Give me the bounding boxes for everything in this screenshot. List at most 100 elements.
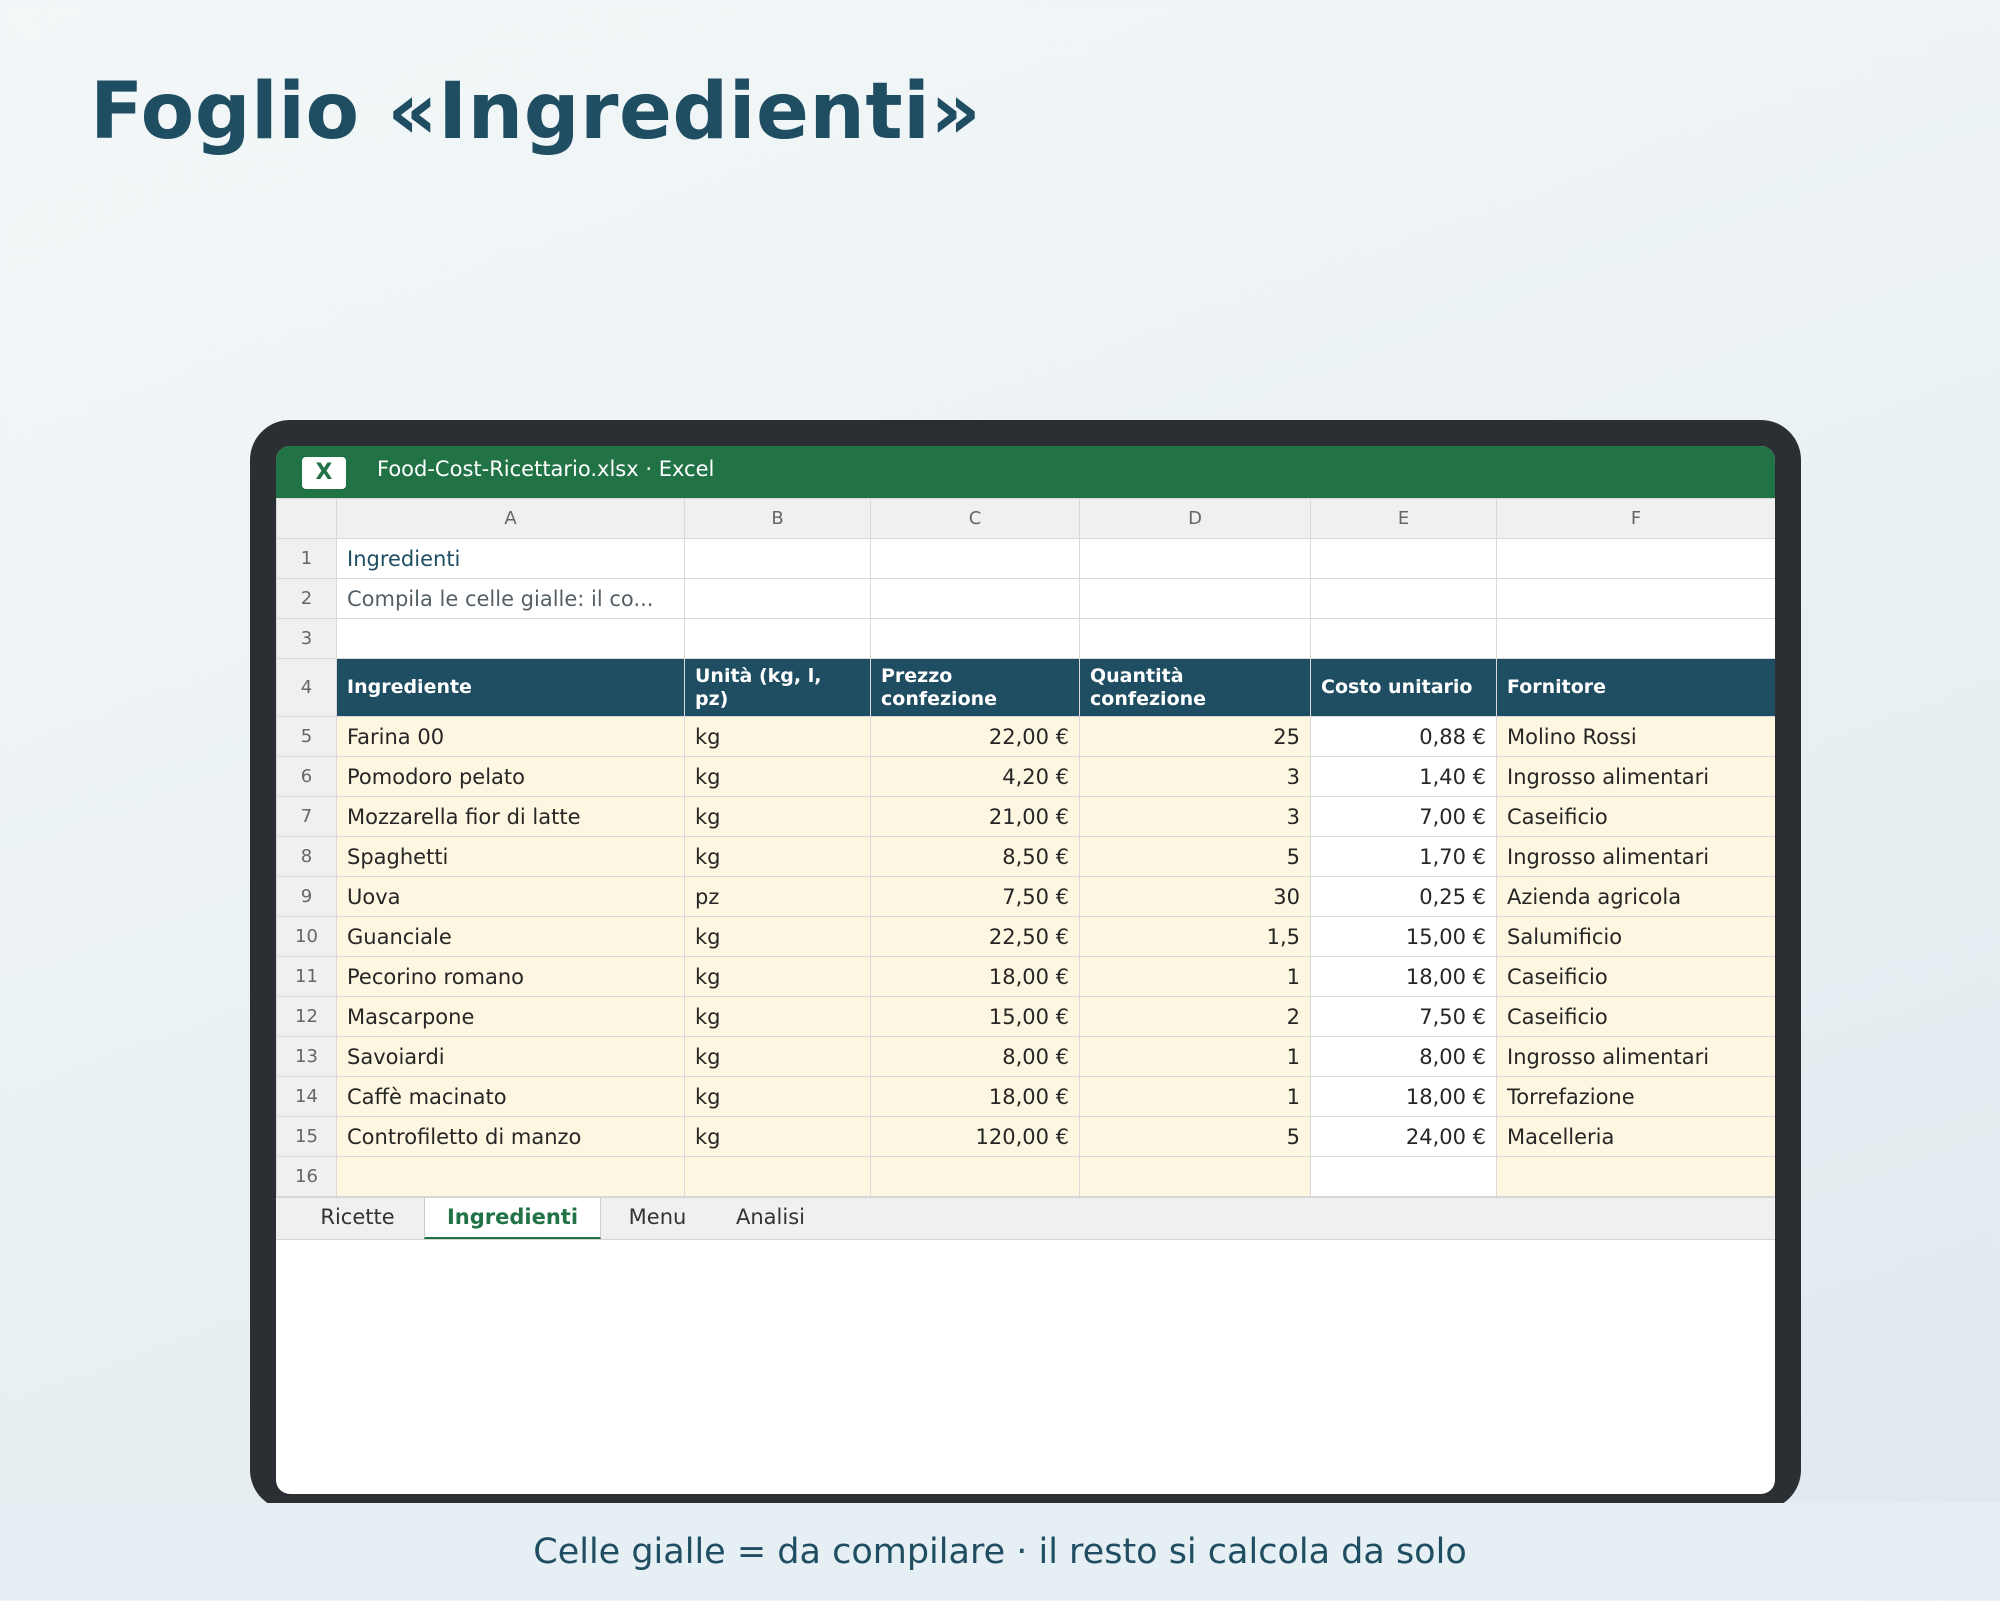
- package-quantity-cell[interactable]: 2: [1079, 996, 1311, 1037]
- header-ingrediente[interactable]: Ingrediente: [336, 658, 685, 717]
- package-price-cell[interactable]: [870, 1156, 1080, 1197]
- sheet-title-cell[interactable]: Ingredienti: [336, 538, 685, 579]
- unit-cell[interactable]: kg: [684, 716, 871, 757]
- column-header-f[interactable]: F: [1496, 498, 1775, 539]
- unit-cost-cell[interactable]: 18,00 €: [1310, 1076, 1497, 1117]
- unit-cost-cell[interactable]: 7,50 €: [1310, 996, 1497, 1037]
- unit-cost-cell[interactable]: 15,00 €: [1310, 916, 1497, 957]
- package-price-cell[interactable]: 120,00 €: [870, 1116, 1080, 1157]
- column-header-d[interactable]: D: [1079, 498, 1311, 539]
- package-quantity-cell[interactable]: 5: [1079, 1116, 1311, 1157]
- package-price-cell[interactable]: 8,00 €: [870, 1036, 1080, 1077]
- ingredient-cell[interactable]: Savoiardi: [336, 1036, 685, 1077]
- header-costo-unitario[interactable]: Costo unitario: [1310, 658, 1497, 717]
- unit-cost-cell[interactable]: 0,25 €: [1310, 876, 1497, 917]
- row-number[interactable]: 16: [276, 1156, 337, 1197]
- cell[interactable]: [1496, 618, 1775, 659]
- row-number[interactable]: 1: [276, 538, 337, 579]
- row-number[interactable]: 5: [276, 716, 337, 757]
- package-price-cell[interactable]: 18,00 €: [870, 956, 1080, 997]
- unit-cell[interactable]: kg: [684, 1036, 871, 1077]
- ingredient-cell[interactable]: Pomodoro pelato: [336, 756, 685, 797]
- package-price-cell[interactable]: 7,50 €: [870, 876, 1080, 917]
- supplier-cell[interactable]: Ingrosso alimentari: [1496, 756, 1775, 797]
- unit-cell[interactable]: kg: [684, 1116, 871, 1157]
- column-header-b[interactable]: B: [684, 498, 871, 539]
- unit-cost-cell[interactable]: 24,00 €: [1310, 1116, 1497, 1157]
- cell[interactable]: [870, 578, 1080, 619]
- ingredient-cell[interactable]: Farina 00: [336, 716, 685, 757]
- header-fornitore[interactable]: Fornitore: [1496, 658, 1775, 717]
- unit-cell[interactable]: kg: [684, 796, 871, 837]
- select-all-corner[interactable]: [276, 498, 337, 539]
- tab-analisi[interactable]: Analisi: [714, 1198, 827, 1239]
- supplier-cell[interactable]: Torrefazione: [1496, 1076, 1775, 1117]
- cell[interactable]: [1310, 578, 1497, 619]
- row-number[interactable]: 7: [276, 796, 337, 837]
- ingredient-cell[interactable]: [336, 1156, 685, 1197]
- supplier-cell[interactable]: Caseificio: [1496, 796, 1775, 837]
- row-number[interactable]: 2: [276, 578, 337, 619]
- column-header-e[interactable]: E: [1310, 498, 1497, 539]
- tab-ingredienti[interactable]: Ingredienti: [424, 1198, 601, 1239]
- unit-cell[interactable]: kg: [684, 1076, 871, 1117]
- cell[interactable]: [1496, 538, 1775, 579]
- package-quantity-cell[interactable]: 25: [1079, 716, 1311, 757]
- supplier-cell[interactable]: [1496, 1156, 1775, 1197]
- cell[interactable]: [870, 538, 1080, 579]
- unit-cost-cell[interactable]: 1,70 €: [1310, 836, 1497, 877]
- row-number[interactable]: 9: [276, 876, 337, 917]
- unit-cell[interactable]: kg: [684, 756, 871, 797]
- column-header-a[interactable]: A: [336, 498, 685, 539]
- package-quantity-cell[interactable]: 1: [1079, 1036, 1311, 1077]
- package-price-cell[interactable]: 18,00 €: [870, 1076, 1080, 1117]
- package-price-cell[interactable]: 22,50 €: [870, 916, 1080, 957]
- supplier-cell[interactable]: Ingrosso alimentari: [1496, 1036, 1775, 1077]
- ingredient-cell[interactable]: Pecorino romano: [336, 956, 685, 997]
- row-number[interactable]: 4: [276, 658, 337, 717]
- cell[interactable]: [1079, 578, 1311, 619]
- ingredient-cell[interactable]: Uova: [336, 876, 685, 917]
- ingredient-cell[interactable]: Mozzarella fior di latte: [336, 796, 685, 837]
- package-price-cell[interactable]: 8,50 €: [870, 836, 1080, 877]
- unit-cell[interactable]: [684, 1156, 871, 1197]
- package-quantity-cell[interactable]: 1,5: [1079, 916, 1311, 957]
- row-number[interactable]: 13: [276, 1036, 337, 1077]
- row-number[interactable]: 8: [276, 836, 337, 877]
- tab-ricette[interactable]: Ricette: [291, 1198, 424, 1239]
- row-number[interactable]: 6: [276, 756, 337, 797]
- unit-cost-cell[interactable]: 18,00 €: [1310, 956, 1497, 997]
- supplier-cell[interactable]: Macelleria: [1496, 1116, 1775, 1157]
- package-quantity-cell[interactable]: 30: [1079, 876, 1311, 917]
- ingredient-cell[interactable]: Caffè macinato: [336, 1076, 685, 1117]
- supplier-cell[interactable]: Salumificio: [1496, 916, 1775, 957]
- unit-cost-cell[interactable]: 0,88 €: [1310, 716, 1497, 757]
- column-header-c[interactable]: C: [870, 498, 1080, 539]
- unit-cost-cell[interactable]: 7,00 €: [1310, 796, 1497, 837]
- unit-cost-cell[interactable]: [1310, 1156, 1497, 1197]
- ingredient-cell[interactable]: Mascarpone: [336, 996, 685, 1037]
- header-quantita-confezione[interactable]: Quantità confezione: [1079, 658, 1311, 717]
- package-price-cell[interactable]: 15,00 €: [870, 996, 1080, 1037]
- cell[interactable]: [1079, 538, 1311, 579]
- cell[interactable]: [684, 618, 871, 659]
- unit-cell[interactable]: kg: [684, 996, 871, 1037]
- package-price-cell[interactable]: 21,00 €: [870, 796, 1080, 837]
- cell[interactable]: [1496, 578, 1775, 619]
- supplier-cell[interactable]: Caseificio: [1496, 996, 1775, 1037]
- ingredient-cell[interactable]: Spaghetti: [336, 836, 685, 877]
- tab-menu[interactable]: Menu: [601, 1198, 714, 1239]
- package-quantity-cell[interactable]: 1: [1079, 956, 1311, 997]
- unit-cost-cell[interactable]: 1,40 €: [1310, 756, 1497, 797]
- package-price-cell[interactable]: 22,00 €: [870, 716, 1080, 757]
- row-number[interactable]: 10: [276, 916, 337, 957]
- cell[interactable]: [336, 618, 685, 659]
- supplier-cell[interactable]: Caseificio: [1496, 956, 1775, 997]
- ingredient-cell[interactable]: Controfiletto di manzo: [336, 1116, 685, 1157]
- unit-cell[interactable]: pz: [684, 876, 871, 917]
- row-number[interactable]: 11: [276, 956, 337, 997]
- unit-cell[interactable]: kg: [684, 916, 871, 957]
- cell[interactable]: [870, 618, 1080, 659]
- ingredient-cell[interactable]: Guanciale: [336, 916, 685, 957]
- cell[interactable]: [684, 578, 871, 619]
